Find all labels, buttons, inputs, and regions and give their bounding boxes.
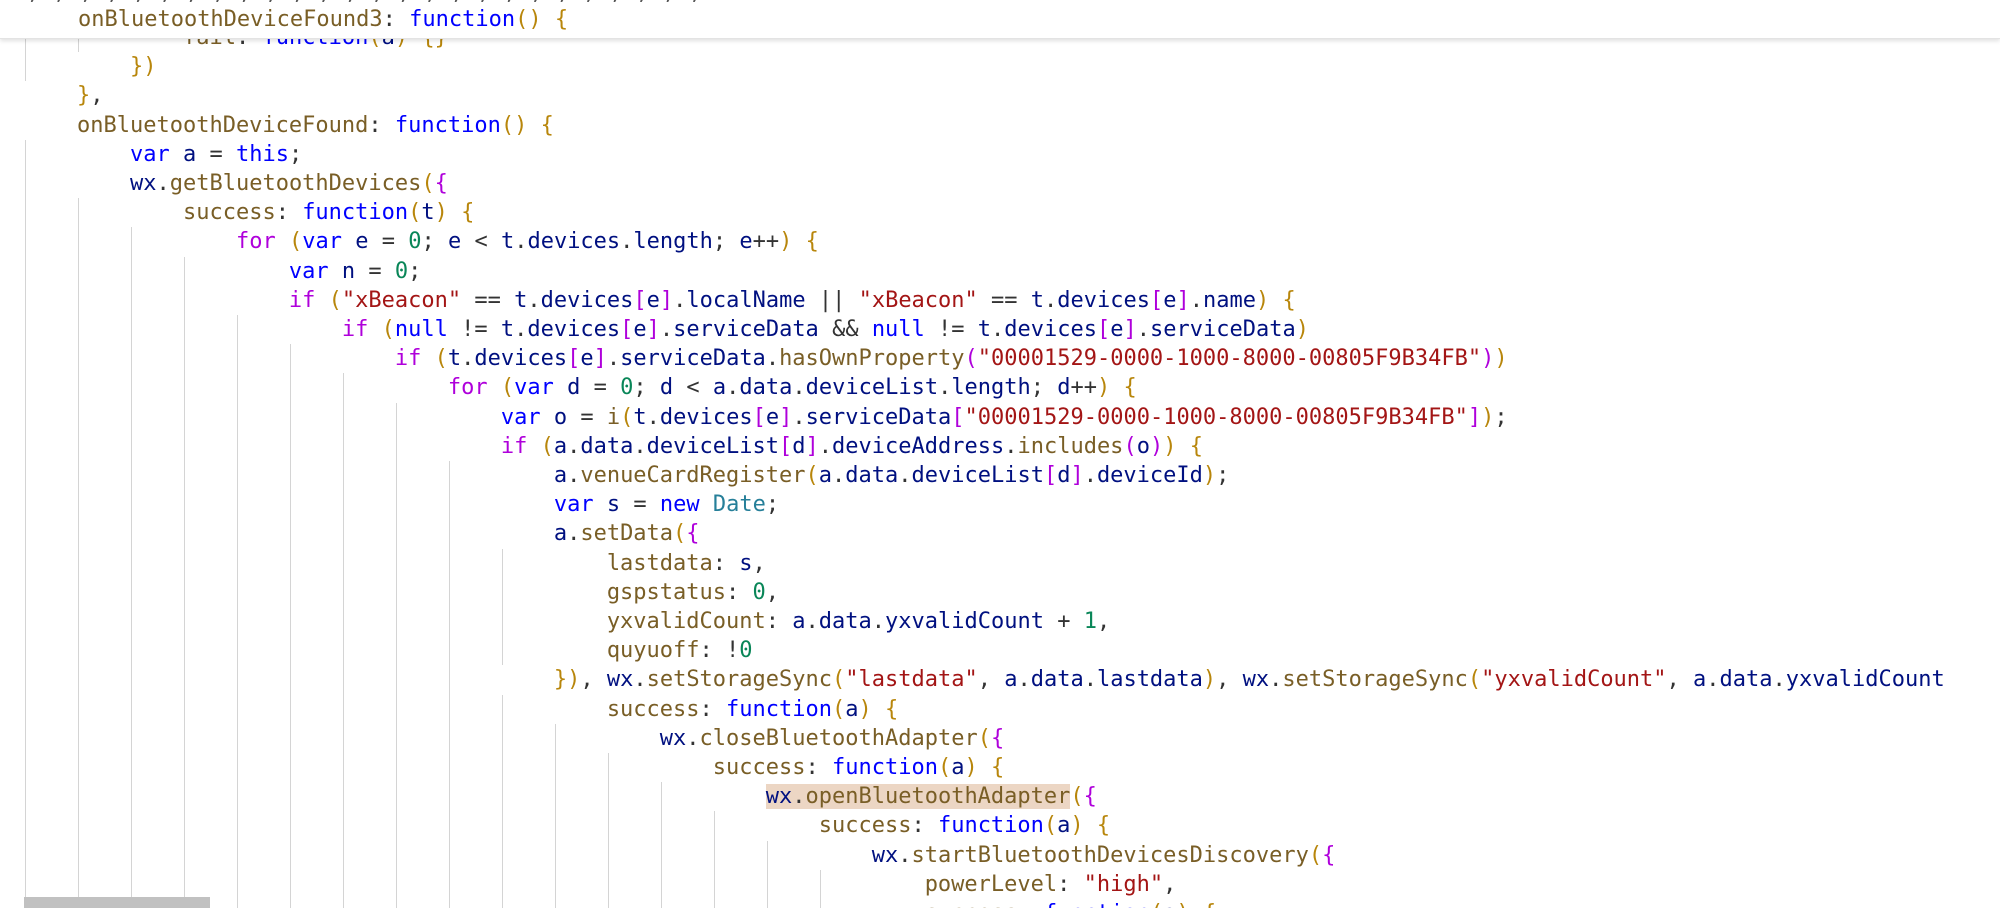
code-line[interactable]: }), wx.setStorageSync("lastdata", a.data… — [77, 665, 1945, 694]
code-line[interactable]: success: function(a) { — [77, 899, 1216, 908]
indent-guide — [25, 139, 26, 908]
horizontal-scrollbar-thumb[interactable] — [24, 897, 210, 908]
code-line[interactable]: gspstatus: 0, — [77, 578, 779, 607]
code-line[interactable]: yxvalidCount: a.data.yxvalidCount + 1, — [77, 607, 1110, 636]
sticky-scroll-header[interactable]: , ; , ; , ; , ; , ; , ; , ; , ; , ; , ; … — [0, 0, 2000, 39]
code-line[interactable]: var o = i(t.devices[e].serviceData["0000… — [77, 403, 1508, 432]
code-line[interactable]: if (a.data.deviceList[d].deviceAddress.i… — [77, 432, 1203, 461]
code-line[interactable]: quyuoff: !0 — [77, 636, 753, 665]
code-line[interactable]: wx.getBluetoothDevices({ — [77, 169, 448, 198]
code-line[interactable]: if ("xBeacon" == t.devices[e].localName … — [77, 286, 1296, 315]
code-line[interactable]: if (null != t.devices[e].serviceData && … — [77, 315, 1309, 344]
code-line[interactable]: wx.startBluetoothDevicesDiscovery({ — [77, 841, 1336, 870]
code-line[interactable]: success: function(a) { — [77, 811, 1110, 840]
code-line[interactable]: var n = 0; — [77, 257, 422, 286]
code-line[interactable]: var a = this; — [77, 140, 302, 169]
code-line[interactable]: success: function(a) { — [77, 695, 898, 724]
code-editor[interactable]: fail: function(a) {} })},onBluetoothDevi… — [0, 0, 2000, 908]
code-line[interactable]: success: function(a) { — [77, 753, 1004, 782]
code-line[interactable]: powerLevel: "high", — [77, 870, 1177, 899]
code-line[interactable]: wx.openBluetoothAdapter({ — [77, 782, 1097, 811]
code-line[interactable]: a.venueCardRegister(a.data.deviceList[d]… — [77, 461, 1230, 490]
code-line[interactable]: onBluetoothDeviceFound: function() { — [77, 111, 554, 140]
code-line[interactable]: if (t.devices[e].serviceData.hasOwnPrope… — [77, 344, 1508, 373]
code-line[interactable]: for (var e = 0; e < t.devices.length; e+… — [77, 227, 819, 256]
code-line[interactable]: a.setData({ — [77, 519, 700, 548]
code-line[interactable]: var s = new Date; — [77, 490, 779, 519]
code-line[interactable]: }) — [77, 52, 157, 81]
sticky-header-line[interactable]: onBluetoothDeviceFound3: function() { — [25, 5, 568, 34]
code-line[interactable]: lastdata: s, — [77, 549, 766, 578]
code-line[interactable]: for (var d = 0; d < a.data.deviceList.le… — [77, 373, 1137, 402]
code-line[interactable]: wx.closeBluetoothAdapter({ — [77, 724, 1004, 753]
code-line[interactable]: }, — [77, 81, 104, 110]
code-line[interactable]: success: function(t) { — [77, 198, 474, 227]
